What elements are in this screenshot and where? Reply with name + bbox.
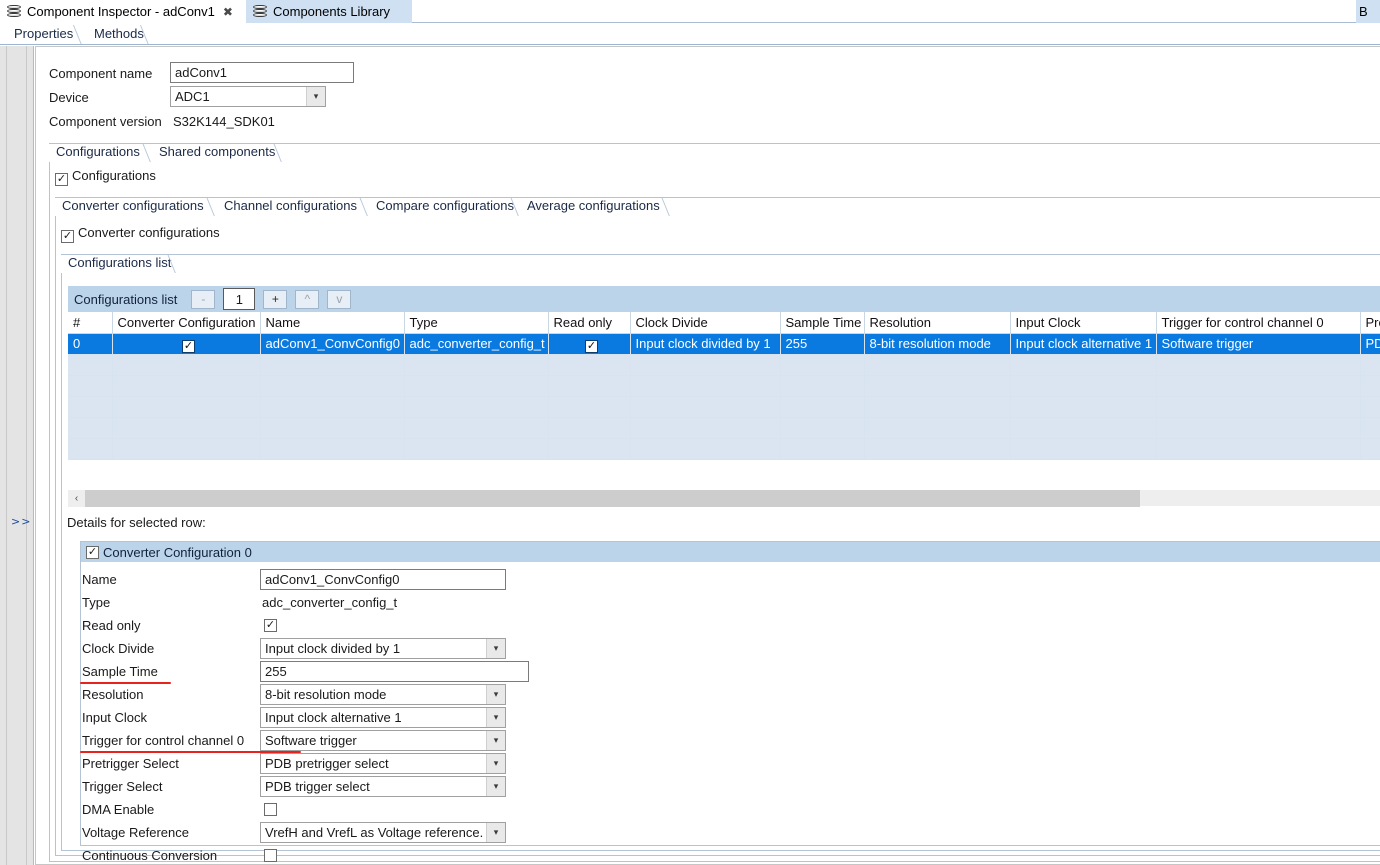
editor-tab-label: Component Inspector - adConv1 — [27, 4, 215, 19]
app-window: Component Inspector - adConv1 ✖ Componen… — [0, 0, 1380, 865]
detail-input-name[interactable] — [260, 569, 506, 590]
expand-panel-label: >> — [11, 515, 32, 528]
detail-select-value-input-clock: Input clock alternative 1 — [265, 710, 402, 725]
detail-select-value-voltage-reference: VrefH and VrefL as Voltage reference. — [265, 825, 484, 840]
detail-label-trigger-select: Trigger Select — [82, 779, 163, 794]
detail-static-type: adc_converter_config_t — [262, 595, 398, 610]
chevron-down-icon: ▾ — [486, 823, 505, 842]
inner-tab-strip: Properties Methods — [0, 23, 1380, 45]
detail-label-clock-divide: Clock Divide — [82, 641, 155, 656]
editor-tab-components-library[interactable]: Components Library — [246, 0, 412, 23]
detail-label-voltage-reference: Voltage Reference — [82, 825, 189, 840]
close-icon[interactable]: ✖ — [223, 5, 233, 19]
detail-label-resolution: Resolution — [82, 687, 144, 702]
detail-select-pretrigger-select[interactable]: PDB pretrigger select ▾ — [260, 753, 506, 774]
properties-panel: Component name Device ADC1 ▾ Component v… — [35, 46, 1380, 865]
detail-label-dma-enable: DMA Enable — [82, 802, 155, 817]
tab-methods-label: Methods — [94, 26, 144, 41]
detail-checkbox-dma-enable[interactable] — [264, 803, 277, 816]
details-field-list: Name Type adc_converter_config_t Read only ✓… — [36, 47, 1380, 864]
chevron-down-icon: ▾ — [486, 777, 505, 796]
detail-select-value-trigger-select: PDB trigger select — [265, 779, 370, 794]
detail-label-pretrigger-select: Pretrigger Select — [82, 756, 179, 771]
detail-select-value-trigger-for-control-channel-0: Software trigger — [265, 733, 357, 748]
detail-label-input-clock: Input Clock — [82, 710, 148, 725]
detail-select-trigger-select[interactable]: PDB trigger select ▾ — [260, 776, 506, 797]
detail-select-value-resolution: 8-bit resolution mode — [265, 687, 387, 702]
tab-properties-label: Properties — [14, 26, 74, 41]
inner-tab-underline — [0, 44, 1380, 45]
chevron-down-icon: ▾ — [486, 708, 505, 727]
detail-label-continuous-conversion: Continuous Conversion — [82, 848, 218, 863]
tab-properties[interactable]: Properties — [4, 25, 83, 45]
editor-tab-overflow-label: B — [1359, 4, 1368, 19]
gutter-track — [6, 46, 27, 865]
left-gutter: >> — [0, 46, 34, 865]
detail-select-value-pretrigger-select: PDB pretrigger select — [265, 756, 389, 771]
chevron-down-icon: ▾ — [486, 639, 505, 658]
detail-select-trigger-for-control-channel-0[interactable]: Software trigger ▾ — [260, 730, 506, 751]
expand-panel-icon[interactable]: >> — [11, 516, 33, 527]
editor-tab-component-inspector[interactable]: Component Inspector - adConv1 ✖ — [0, 0, 246, 23]
detail-select-clock-divide[interactable]: Input clock divided by 1 ▾ — [260, 638, 506, 659]
detail-label-read-only: Read only — [82, 618, 141, 633]
detail-input-sample-time[interactable] — [260, 661, 529, 682]
chevron-down-icon: ▾ — [486, 731, 505, 750]
editor-tab-label: Components Library — [273, 4, 391, 19]
detail-select-input-clock[interactable]: Input clock alternative 1 ▾ — [260, 707, 506, 728]
detail-checkbox-continuous-conversion[interactable] — [264, 849, 277, 862]
detail-label-type: Type — [82, 595, 111, 610]
detail-select-resolution[interactable]: 8-bit resolution mode ▾ — [260, 684, 506, 705]
component-stack-icon — [253, 4, 268, 19]
editor-tab-strip: Component Inspector - adConv1 ✖ Componen… — [0, 0, 1380, 23]
detail-select-value-clock-divide: Input clock divided by 1 — [265, 641, 401, 656]
detail-label-trigger-for-control-channel-0: Trigger for control channel 0 — [82, 733, 245, 748]
detail-select-voltage-reference[interactable]: VrefH and VrefL as Voltage reference. ▾ — [260, 822, 506, 843]
annotation-underline-sample-time — [80, 682, 172, 684]
detail-checkbox-read-only[interactable]: ✓ — [264, 619, 277, 632]
editor-tab-overflow-stub[interactable]: B — [1356, 0, 1380, 23]
detail-label-sample-time: Sample Time — [82, 664, 158, 679]
chevron-down-icon: ▾ — [486, 685, 505, 704]
chevron-down-icon: ▾ — [486, 754, 505, 773]
detail-label-name: Name — [82, 572, 117, 587]
component-stack-icon — [7, 4, 22, 19]
